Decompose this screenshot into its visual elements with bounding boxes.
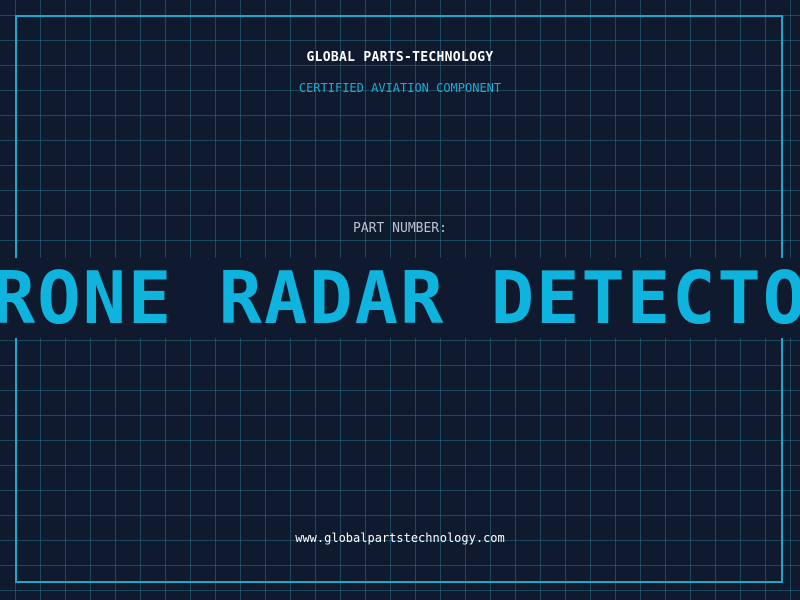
part-number-value: DRONE RADAR DETECTOR — [0, 258, 800, 338]
part-number-label: PART NUMBER: — [353, 221, 447, 236]
website-url: www.globalpartstechnology.com — [295, 531, 505, 545]
company-name: GLOBAL PARTS-TECHNOLOGY — [306, 50, 494, 65]
part-number-banner: DRONE RADAR DETECTOR — [0, 258, 800, 338]
certification-tagline: CERTIFIED AVIATION COMPONENT — [298, 81, 502, 95]
